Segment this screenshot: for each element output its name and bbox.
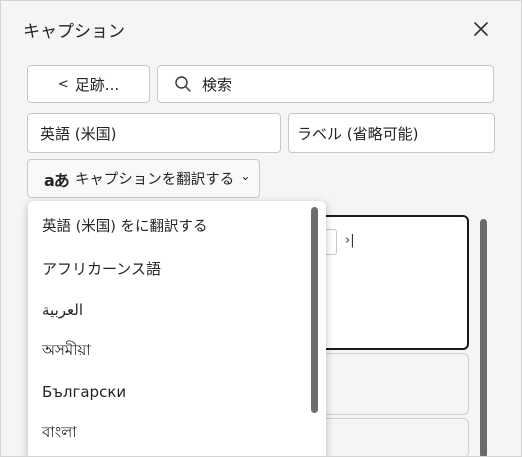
translate-language-dropdown: 英語 (米国) をに翻訳する アフリカーンス語 العربية অসমীয়া … — [28, 201, 326, 456]
skip-to-end-icon[interactable]: ›| — [345, 233, 355, 248]
translate-captions-label: キャプションを翻訳する — [74, 172, 235, 188]
close-button[interactable] — [467, 15, 495, 43]
dropdown-option[interactable]: বাংলা — [28, 413, 308, 453]
dropdown-option[interactable]: العربية — [28, 290, 308, 330]
dropdown-option[interactable]: 英語 (米国) をに翻訳する — [28, 205, 308, 245]
chevron-down-icon: ⌄ — [240, 168, 251, 183]
panel-scrollbar[interactable] — [480, 219, 487, 456]
translate-icon: aあ — [44, 170, 70, 190]
chevron-left-icon: < — [57, 76, 69, 92]
caption-label-placeholder: ラベル (省略可能) — [297, 124, 419, 143]
translate-captions-button[interactable]: aあ キャプションを翻訳する ⌄ — [27, 159, 260, 198]
dropdown-option[interactable]: アフリカーンス語 — [28, 248, 308, 288]
search-icon — [175, 76, 191, 92]
caption-label-field[interactable]: ラベル (省略可能) — [288, 113, 495, 153]
search-input[interactable]: 検索 — [157, 65, 494, 103]
dropdown-scrollbar[interactable] — [311, 207, 318, 413]
caption-card[interactable] — [301, 353, 469, 415]
caption-language-value: 英語 (米国) — [40, 124, 117, 143]
search-placeholder: 検索 — [202, 75, 233, 94]
caption-language-field[interactable]: 英語 (米国) — [27, 113, 281, 153]
dropdown-option[interactable]: Български — [28, 372, 308, 412]
close-icon — [474, 22, 488, 36]
dropdown-option[interactable]: অসমীয়া — [28, 331, 308, 371]
back-button-label: 足跡... — [74, 75, 120, 94]
panel-title: キャプション — [23, 22, 125, 42]
caption-card[interactable] — [301, 418, 469, 456]
back-button[interactable]: < 足跡... — [27, 65, 150, 103]
captions-panel: キャプション < 足跡... 検索 英語 (米国) ラベル (省略可能) aあ … — [0, 0, 522, 457]
